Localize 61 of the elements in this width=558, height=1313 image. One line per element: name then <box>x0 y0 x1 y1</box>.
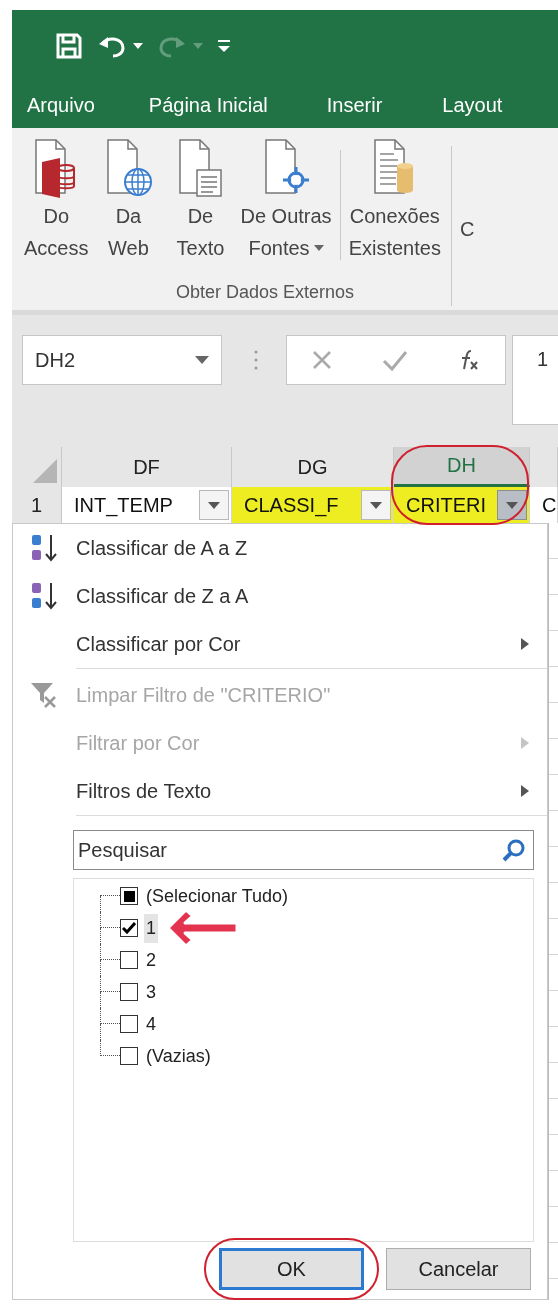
save-button[interactable] <box>55 32 83 60</box>
other-sources-button[interactable]: De Outras Fontes <box>236 138 336 264</box>
formula-field[interactable]: 1 <box>512 335 558 425</box>
value-item[interactable]: 4 <box>100 1008 533 1040</box>
caret-icon <box>506 501 518 509</box>
customize-button[interactable] <box>217 38 231 54</box>
menu-item[interactable]: Filtros de Texto <box>13 767 547 815</box>
caret-icon <box>208 501 220 509</box>
from-web-button[interactable]: Da Web <box>92 138 165 264</box>
group-label: Obter Dados Externos <box>174 282 356 303</box>
menu-item[interactable]: Classificar de A a Z <box>13 524 547 572</box>
caret-icon <box>133 43 143 49</box>
sort-ascending-icon <box>29 533 60 563</box>
from-access-button[interactable]: Do Access <box>20 138 93 264</box>
caret-icon <box>313 245 324 251</box>
ok-button[interactable]: OK <box>219 1248 364 1290</box>
cell-text: CRITERI <box>406 493 486 517</box>
ribbon-tab[interactable]: Arquivo <box>12 86 134 124</box>
customize-icon <box>217 38 231 54</box>
value-item[interactable]: 2 <box>100 944 533 976</box>
cell-text: CLASSI_F <box>244 493 339 517</box>
name-box[interactable]: DH2 <box>22 335 222 385</box>
from-text-button[interactable]: De Texto <box>164 138 237 264</box>
menu-item[interactable]: Classificar por Cor <box>13 620 547 668</box>
checkbox[interactable] <box>120 983 138 1001</box>
menu-item[interactable]: Classificar de Z a A <box>13 572 547 620</box>
submenu-arrow-icon <box>521 785 529 797</box>
ribbon-button-label[interactable]: C <box>459 218 475 241</box>
value-item[interactable]: 1 <box>100 912 533 944</box>
cancel-button[interactable]: Cancelar <box>386 1248 531 1290</box>
ribbon-tab[interactable]: Página Inicial <box>133 86 312 124</box>
search-icon <box>502 838 526 862</box>
cell-text: INT_TEMP <box>74 493 173 517</box>
submenu-arrow-icon <box>521 737 529 749</box>
column-header[interactable]: DH <box>394 447 530 487</box>
caret-icon <box>370 501 382 509</box>
checkbox[interactable] <box>120 887 138 905</box>
filter-button[interactable] <box>361 490 391 520</box>
checkbox[interactable] <box>120 951 138 969</box>
sort-descending-icon <box>29 581 60 611</box>
checkbox[interactable] <box>120 1015 138 1033</box>
value-item[interactable]: 3 <box>100 976 533 1008</box>
check-icon <box>122 922 136 934</box>
filter-button[interactable] <box>199 490 229 520</box>
search-field[interactable]: Pesquisar <box>73 830 534 870</box>
check-icon[interactable] <box>382 349 408 371</box>
save-icon <box>55 32 83 60</box>
value-item[interactable]: (Vazias) <box>100 1040 533 1072</box>
checkbox[interactable] <box>120 1047 138 1065</box>
checkbox[interactable] <box>120 919 138 937</box>
triangle-icon <box>33 459 57 483</box>
dropdown-arrow-icon <box>195 356 209 364</box>
cell-text: C <box>542 493 557 517</box>
caret-icon <box>193 43 203 49</box>
value-item[interactable]: (Selecionar Tudo) <box>100 880 533 912</box>
ribbon-tab[interactable]: Layout <box>427 86 518 124</box>
filter-button[interactable] <box>497 490 527 520</box>
existing-connections-button[interactable]: Conexões Existentes <box>344 138 445 264</box>
ribbon-tab[interactable]: Inserir <box>311 86 428 124</box>
submenu-arrow-icon <box>521 638 529 650</box>
row-header[interactable]: 1 <box>12 487 62 523</box>
